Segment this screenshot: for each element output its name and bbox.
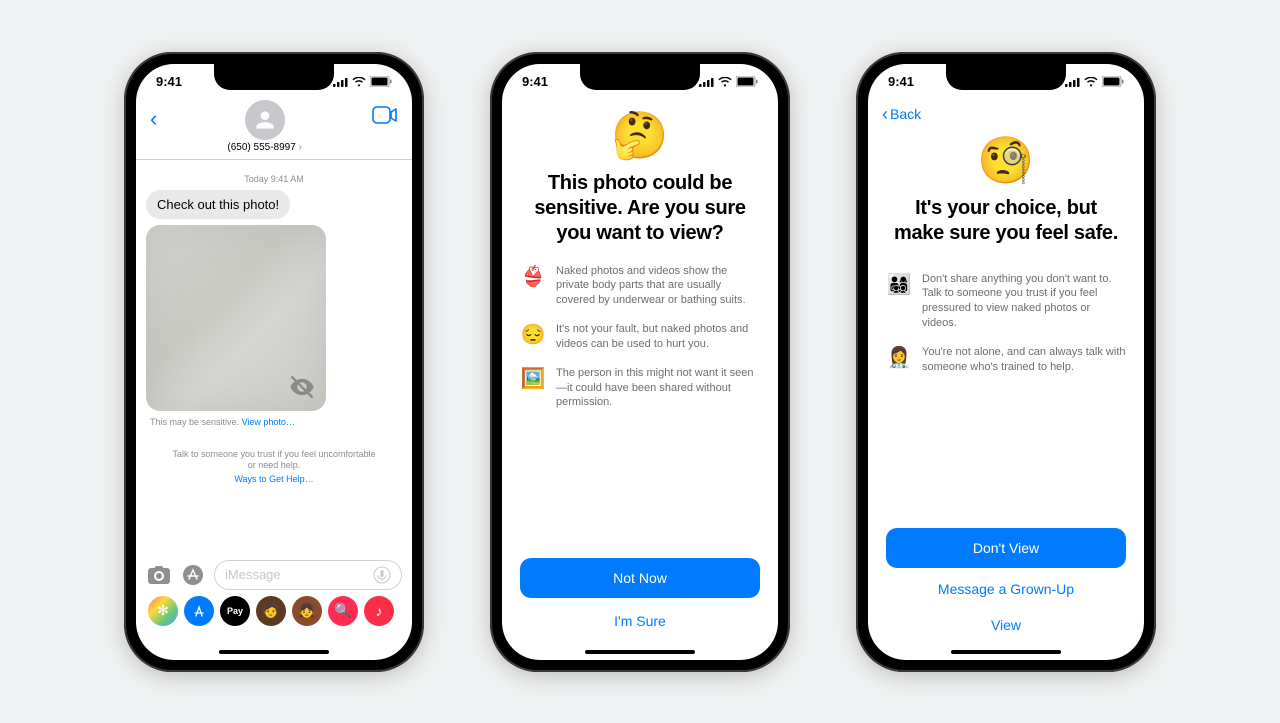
back-button[interactable]: ‹	[150, 100, 157, 132]
phone-messages: 9:41 ‹ (650) 555-8997 Today 9:41 AM Chec…	[124, 52, 424, 672]
im-sure-button[interactable]: I'm Sure	[520, 606, 760, 636]
row-icon: 🖼️	[520, 366, 546, 391]
help-link[interactable]: Ways to Get Help…	[146, 474, 402, 484]
wifi-icon	[718, 77, 732, 87]
row-icon: 👨‍👩‍👧‍👦	[886, 272, 912, 297]
notch	[214, 64, 334, 90]
hero-emoji: 🧐	[886, 133, 1126, 188]
info-row: 👙 Naked photos and videos show the priva…	[520, 264, 760, 309]
caption-text: This may be sensitive.	[150, 417, 239, 427]
screen: 9:41 🤔 This photo could be sensitive. Ar…	[502, 64, 778, 660]
info-row: 😔 It's not your fault, but naked photos …	[520, 322, 760, 352]
info-row: 👩‍⚕️ You're not alone, and can always ta…	[886, 345, 1126, 375]
compose-area: iMessage ✻ Pay 🧑 👧 🔍 ♪	[136, 560, 412, 626]
row-text: You're not alone, and can always talk wi…	[922, 345, 1126, 375]
app-photos[interactable]: ✻	[148, 596, 178, 626]
app-memoji-1[interactable]: 🧑	[256, 596, 286, 626]
info-row: 👨‍👩‍👧‍👦 Don't share anything you don't w…	[886, 272, 1126, 331]
info-row: 🖼️ The person in this might not want it …	[520, 366, 760, 411]
battery-icon	[1102, 76, 1124, 87]
battery-icon	[736, 76, 758, 87]
message-bubble: Check out this photo!	[146, 190, 290, 219]
warning-content: 🤔 This photo could be sensitive. Are you…	[502, 100, 778, 660]
message-thread: Today 9:41 AM Check out this photo! This…	[136, 160, 412, 492]
notch	[580, 64, 700, 90]
not-now-button[interactable]: Not Now	[520, 558, 760, 598]
screen: 9:41 ‹ (650) 555-8997 Today 9:41 AM Chec…	[136, 64, 412, 660]
app-memoji-2[interactable]: 👧	[292, 596, 322, 626]
row-icon: 😔	[520, 322, 546, 347]
signal-icon	[699, 77, 714, 87]
app-strip: ✻ Pay 🧑 👧 🔍 ♪	[146, 596, 402, 626]
message-input[interactable]: iMessage	[214, 560, 402, 590]
hidden-icon	[288, 373, 316, 401]
dictation-icon[interactable]	[373, 566, 391, 584]
status-indicators	[333, 76, 392, 87]
wifi-icon	[352, 77, 366, 87]
appstore-icon[interactable]	[180, 562, 206, 588]
row-text: Naked photos and videos show the private…	[556, 264, 760, 309]
input-placeholder: iMessage	[225, 567, 281, 582]
messages-header: ‹ (650) 555-8997	[136, 100, 412, 160]
view-button[interactable]: View	[886, 610, 1126, 640]
camera-icon[interactable]	[146, 562, 172, 588]
status-indicators	[1065, 76, 1124, 87]
button-stack: Don't View Message a Grown-Up View	[886, 528, 1126, 640]
notch	[946, 64, 1066, 90]
hero-emoji: 🤔	[520, 108, 760, 163]
signal-icon	[333, 77, 348, 87]
help-text: Talk to someone you trust if you feel un…	[170, 449, 378, 472]
battery-icon	[370, 76, 392, 87]
back-button[interactable]: ‹ Back	[882, 104, 1126, 125]
home-indicator[interactable]	[585, 650, 695, 654]
app-find[interactable]: 🔍	[328, 596, 358, 626]
timestamp: Today 9:41 AM	[146, 174, 402, 184]
contact-number: (650) 555-8997	[227, 142, 302, 153]
button-stack: Not Now I'm Sure	[520, 558, 760, 636]
info-rows: 👙 Naked photos and videos show the priva…	[520, 264, 760, 411]
message-grownup-button[interactable]: Message a Grown-Up	[886, 574, 1126, 604]
screen: 9:41 ‹ Back 🧐 It's your choice, but make…	[868, 64, 1144, 660]
row-icon: 👙	[520, 264, 546, 289]
view-photo-link[interactable]: View photo…	[242, 417, 295, 427]
home-indicator[interactable]	[951, 650, 1061, 654]
info-rows: 👨‍👩‍👧‍👦 Don't share anything you don't w…	[886, 272, 1126, 375]
home-indicator[interactable]	[219, 650, 329, 654]
status-time: 9:41	[888, 74, 914, 89]
row-text: The person in this might not want it see…	[556, 366, 760, 411]
signal-icon	[1065, 77, 1080, 87]
dont-view-button[interactable]: Don't View	[886, 528, 1126, 568]
back-label: Back	[890, 106, 921, 122]
wifi-icon	[1084, 77, 1098, 87]
row-icon: 👩‍⚕️	[886, 345, 912, 370]
hero-title: It's your choice, but make sure you feel…	[890, 196, 1122, 246]
choice-content: ‹ Back 🧐 It's your choice, but make sure…	[868, 100, 1144, 660]
row-text: It's not your fault, but naked photos an…	[556, 322, 760, 352]
app-store[interactable]	[184, 596, 214, 626]
sensitive-photo[interactable]	[146, 225, 326, 411]
app-music[interactable]: ♪	[364, 596, 394, 626]
chevron-left-icon: ‹	[882, 104, 888, 125]
facetime-button[interactable]	[372, 100, 398, 129]
sensitive-caption: This may be sensitive. View photo…	[150, 417, 402, 427]
avatar	[245, 100, 285, 140]
status-indicators	[699, 76, 758, 87]
hero-title: This photo could be sensitive. Are you s…	[524, 171, 756, 246]
row-text: Don't share anything you don't want to. …	[922, 272, 1126, 331]
status-time: 9:41	[522, 74, 548, 89]
app-apple-pay[interactable]: Pay	[220, 596, 250, 626]
phone-warning: 9:41 🤔 This photo could be sensitive. Ar…	[490, 52, 790, 672]
phone-choice: 9:41 ‹ Back 🧐 It's your choice, but make…	[856, 52, 1156, 672]
status-time: 9:41	[156, 74, 182, 89]
contact-info[interactable]: (650) 555-8997	[227, 100, 302, 153]
